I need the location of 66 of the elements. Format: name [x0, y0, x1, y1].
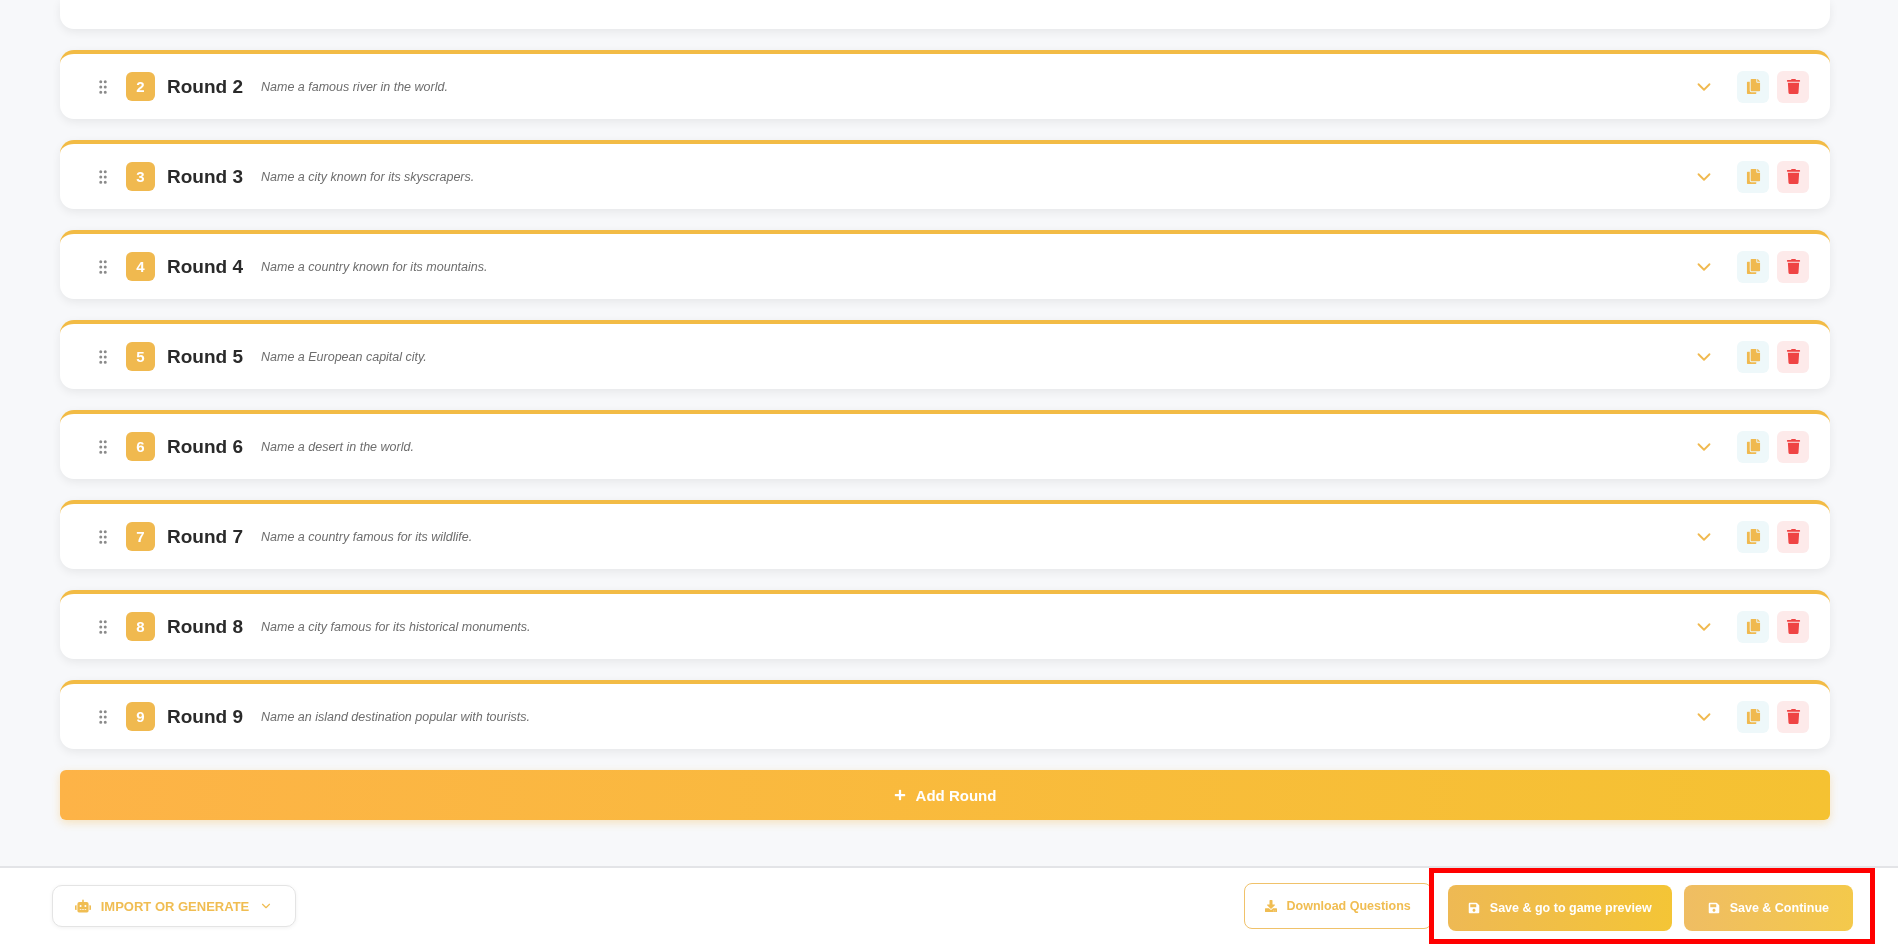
- round-title: Round 7: [167, 525, 243, 548]
- round-title: Round 5: [167, 345, 243, 368]
- import-or-generate-button[interactable]: IMPORT OR GENERATE: [52, 885, 296, 927]
- trash-icon: [1785, 259, 1801, 274]
- round-prompt: Name a famous river in the world.: [261, 79, 448, 94]
- duplicate-button[interactable]: [1737, 700, 1769, 733]
- round-prompt: Name a city known for its skyscrapers.: [261, 169, 475, 184]
- round-number: 4: [126, 252, 155, 281]
- duplicate-button[interactable]: [1737, 70, 1769, 103]
- save-icon: [1707, 902, 1720, 914]
- round-number: 6: [126, 432, 155, 461]
- trash-icon: [1785, 529, 1801, 544]
- round-title: Round 3: [167, 165, 243, 188]
- round-title: Round 2: [167, 75, 243, 98]
- round-number: 8: [126, 612, 155, 641]
- round-number: 5: [126, 342, 155, 371]
- round-number: 7: [126, 522, 155, 551]
- plus-icon: [893, 789, 906, 801]
- trash-icon: [1785, 79, 1801, 94]
- copy-icon: [1745, 79, 1761, 94]
- round-number: 3: [126, 162, 155, 191]
- save-preview-button[interactable]: Save & go to game preview: [1447, 885, 1672, 931]
- delete-button[interactable]: [1777, 70, 1809, 103]
- duplicate-button[interactable]: [1737, 250, 1769, 283]
- round-title: Round 6: [167, 435, 243, 458]
- copy-icon: [1745, 259, 1761, 274]
- download-questions-button[interactable]: Download Questions: [1243, 883, 1432, 929]
- round-number: 2: [126, 72, 155, 101]
- trash-icon: [1785, 709, 1801, 724]
- add-round-button[interactable]: Add Round: [60, 770, 1830, 820]
- round-title: Round 9: [167, 705, 243, 728]
- copy-icon: [1745, 169, 1761, 184]
- duplicate-button[interactable]: [1737, 430, 1769, 463]
- round-prompt: Name a city famous for its historical monuments.: [261, 619, 531, 634]
- trash-icon: [1785, 439, 1801, 454]
- save-icon: [1467, 902, 1480, 914]
- delete-button[interactable]: [1777, 250, 1809, 283]
- copy-icon: [1745, 709, 1761, 724]
- delete-button[interactable]: [1777, 610, 1809, 643]
- duplicate-button[interactable]: [1737, 160, 1769, 193]
- round-prompt: Name a desert in the world.: [261, 439, 414, 454]
- duplicate-button[interactable]: [1737, 340, 1769, 373]
- round-prompt: Name an island destination popular with tourists.: [261, 709, 530, 724]
- round-title: Round 8: [167, 615, 243, 638]
- trash-icon: [1785, 619, 1801, 634]
- copy-icon: [1745, 349, 1761, 364]
- delete-button[interactable]: [1777, 160, 1809, 193]
- trash-icon: [1785, 169, 1801, 184]
- delete-button[interactable]: [1777, 700, 1809, 733]
- download-icon: [1264, 900, 1277, 912]
- duplicate-button[interactable]: [1737, 520, 1769, 553]
- round-title: Round 4: [167, 255, 243, 278]
- copy-icon: [1745, 439, 1761, 454]
- round-prompt: Name a country known for its mountains.: [261, 259, 488, 274]
- round-prompt: Name a European capital city.: [261, 349, 427, 364]
- round-prompt: Name a country famous for its wildlife.: [261, 529, 473, 544]
- delete-button[interactable]: [1777, 520, 1809, 553]
- robot-icon: [74, 898, 91, 914]
- copy-icon: [1745, 529, 1761, 544]
- delete-button[interactable]: [1777, 430, 1809, 463]
- duplicate-button[interactable]: [1737, 610, 1769, 643]
- save-continue-button[interactable]: Save & Continue: [1683, 885, 1853, 931]
- copy-icon: [1745, 619, 1761, 634]
- delete-button[interactable]: [1777, 340, 1809, 373]
- trash-icon: [1785, 349, 1801, 364]
- round-number: 9: [126, 702, 155, 731]
